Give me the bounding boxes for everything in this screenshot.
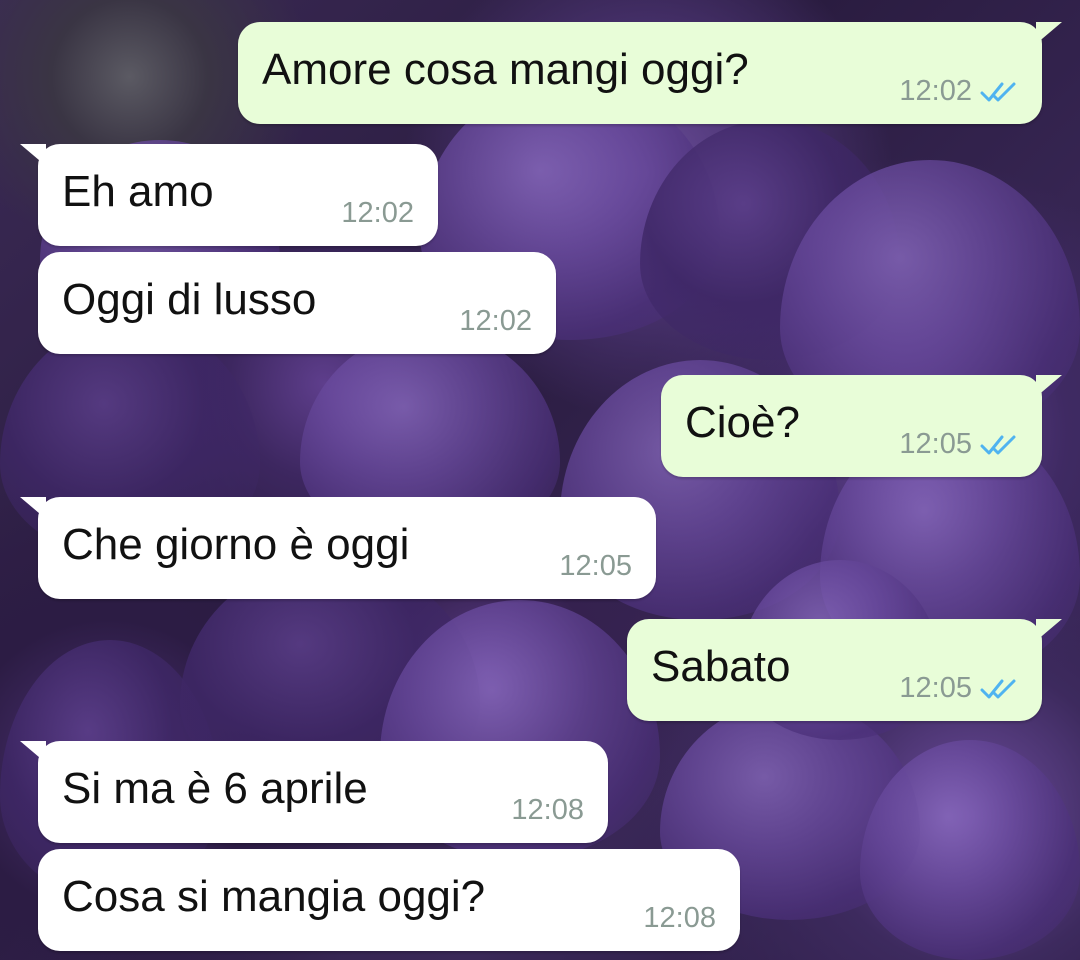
message-timestamp: 12:02 <box>341 197 414 229</box>
message-bubble-outgoing[interactable]: Amore cosa mangi oggi? 12:02 <box>238 22 1062 124</box>
message-list[interactable]: Amore cosa mangi oggi? 12:02 Eh amo 12:0… <box>0 0 1080 960</box>
double-check-read-icon <box>980 82 1016 101</box>
message-text: Sabato <box>651 642 791 691</box>
message-meta: 12:02 <box>899 75 1022 108</box>
message-bubble-incoming[interactable]: Oggi di lusso 12:02 <box>38 252 556 354</box>
message-bubble-incoming[interactable]: Che giorno è oggi 12:05 <box>20 497 656 599</box>
double-check-read-icon <box>980 435 1016 454</box>
message-timestamp: 12:02 <box>899 75 972 107</box>
message-timestamp: 12:05 <box>899 672 972 704</box>
message-bubble-outgoing[interactable]: Cioè? 12:05 <box>661 375 1062 477</box>
message-timestamp: 12:08 <box>643 902 716 934</box>
message-timestamp: 12:05 <box>899 428 972 460</box>
message-bubble-outgoing[interactable]: Sabato 12:05 <box>627 619 1062 721</box>
message-meta: 12:05 <box>899 672 1022 705</box>
message-bubble-incoming[interactable]: Si ma è 6 aprile 12:08 <box>20 741 608 843</box>
message-timestamp: 12:02 <box>459 305 532 337</box>
message-text: Amore cosa mangi oggi? <box>262 45 749 94</box>
message-meta: 12:08 <box>643 902 716 935</box>
message-timestamp: 12:08 <box>511 794 584 826</box>
message-bubble-incoming[interactable]: Eh amo 12:02 <box>20 144 438 246</box>
message-text: Che giorno è oggi <box>62 520 410 569</box>
double-check-read-icon <box>980 679 1016 698</box>
message-timestamp: 12:05 <box>559 550 632 582</box>
message-bubble-incoming[interactable]: Cosa si mangia oggi? 12:08 <box>38 849 740 951</box>
message-meta: 12:05 <box>899 428 1022 461</box>
message-text: Si ma è 6 aprile <box>62 764 368 813</box>
message-text: Eh amo <box>62 167 214 216</box>
message-meta: 12:02 <box>341 197 414 230</box>
message-text: Cioè? <box>685 398 800 447</box>
message-meta: 12:02 <box>459 305 532 338</box>
message-meta: 12:05 <box>559 550 632 583</box>
message-meta: 12:08 <box>511 794 584 827</box>
message-text: Oggi di lusso <box>62 275 317 324</box>
message-text: Cosa si mangia oggi? <box>62 872 486 921</box>
